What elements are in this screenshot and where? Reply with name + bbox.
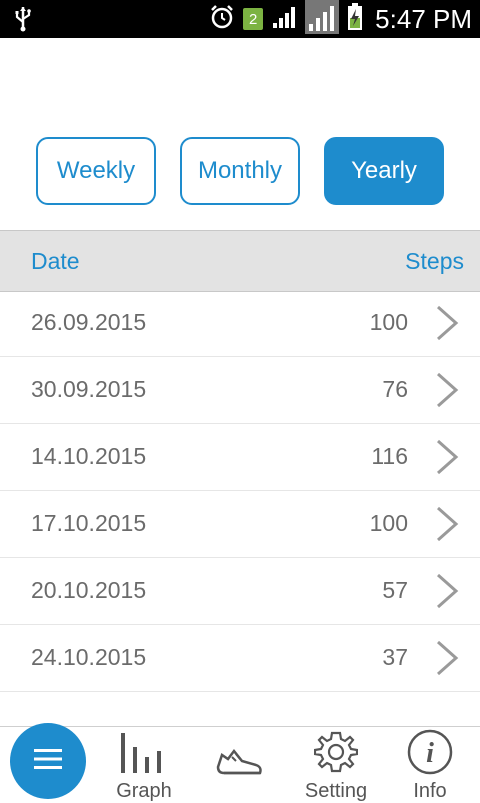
menu-button[interactable] bbox=[10, 723, 86, 799]
shoe-icon bbox=[214, 741, 264, 786]
row-date: 30.09.2015 bbox=[31, 376, 147, 402]
signal-icon bbox=[271, 4, 297, 35]
row-date: 26.09.2015 bbox=[31, 309, 147, 335]
info-icon: i bbox=[407, 729, 453, 780]
date-column-header: Date bbox=[31, 248, 80, 274]
table-row[interactable]: 26.09.2015 100 bbox=[0, 290, 480, 357]
status-bar: 2 5:47 PM bbox=[0, 0, 480, 38]
weekly-button[interactable]: Weekly bbox=[36, 137, 156, 205]
row-date: 20.10.2015 bbox=[31, 577, 147, 603]
setting-nav-button[interactable]: Setting bbox=[296, 727, 376, 802]
row-date: 17.10.2015 bbox=[31, 510, 147, 536]
chevron-right-icon bbox=[434, 439, 460, 480]
table-row[interactable]: 20.10.2015 57 bbox=[0, 558, 480, 625]
row-date: 14.10.2015 bbox=[31, 443, 147, 469]
table-row[interactable]: 24.10.2015 37 bbox=[0, 625, 480, 692]
chevron-right-icon bbox=[434, 305, 460, 346]
chevron-right-icon bbox=[434, 573, 460, 614]
chevron-right-icon bbox=[434, 506, 460, 547]
row-steps: 116 bbox=[371, 443, 408, 469]
table-row[interactable]: 30.09.2015 76 bbox=[0, 357, 480, 424]
sim-icon: 2 bbox=[243, 8, 264, 30]
row-date: 24.10.2015 bbox=[31, 644, 147, 670]
status-time: 5:47 PM bbox=[375, 3, 472, 34]
row-steps: 76 bbox=[382, 376, 408, 402]
graph-nav-button[interactable]: Graph bbox=[104, 727, 184, 802]
steps-column-header: Steps bbox=[405, 248, 464, 274]
bar-graph-icon bbox=[121, 733, 167, 778]
menu-icon bbox=[32, 747, 64, 776]
bottom-navigation: Graph Setting i Info bbox=[0, 723, 480, 802]
row-steps: 57 bbox=[382, 577, 408, 603]
row-steps: 100 bbox=[369, 510, 408, 536]
gear-icon bbox=[313, 730, 359, 779]
row-steps: 37 bbox=[382, 644, 408, 670]
row-steps: 100 bbox=[369, 309, 408, 335]
table-row[interactable]: 14.10.2015 116 bbox=[0, 424, 480, 491]
svg-text:i: i bbox=[426, 738, 434, 769]
chevron-right-icon bbox=[434, 372, 460, 413]
yearly-button[interactable]: Yearly bbox=[324, 137, 444, 205]
chevron-right-icon bbox=[434, 640, 460, 681]
monthly-button[interactable]: Monthly bbox=[180, 137, 300, 205]
usb-icon bbox=[14, 6, 32, 37]
table-header: Date Steps bbox=[0, 230, 480, 292]
steps-nav-button[interactable] bbox=[208, 727, 272, 801]
signal-icon bbox=[305, 0, 340, 39]
steps-list: 26.09.2015 100 30.09.2015 76 14.10.2015 … bbox=[0, 290, 480, 692]
alarm-icon bbox=[209, 4, 235, 35]
table-row[interactable]: 17.10.2015 100 bbox=[0, 491, 480, 558]
info-nav-button[interactable]: i Info bbox=[396, 727, 464, 802]
battery-charging-icon bbox=[347, 2, 363, 36]
period-selector: Weekly Monthly Yearly bbox=[36, 137, 444, 205]
